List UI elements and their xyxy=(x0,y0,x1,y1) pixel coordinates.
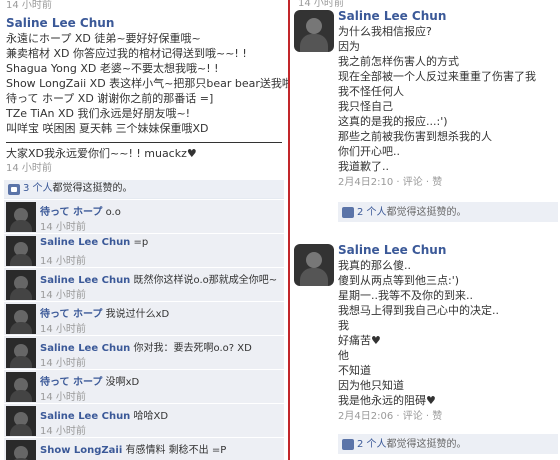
comment-timestamp: 14 小时前 xyxy=(40,290,86,301)
comment: Saline Lee Chun =p 14 小时前 xyxy=(4,234,284,268)
post-line: 我只怪自己 xyxy=(338,100,393,113)
avatar[interactable] xyxy=(6,236,36,266)
comment-author[interactable]: Saline Lee Chun xyxy=(40,275,130,286)
post-author[interactable]: Saline Lee Chun xyxy=(338,242,558,258)
post-timestamp[interactable]: 2月4日2:06 xyxy=(338,411,393,422)
comment-author[interactable]: Saline Lee Chun xyxy=(40,237,130,248)
comment-author[interactable]: 待って ホープ xyxy=(40,377,102,388)
comment-text: 既然你这样说o.o那就成全你吧~ xyxy=(133,275,278,286)
comment-text: o.o xyxy=(105,207,121,218)
post-line: 我真的那么傻.. xyxy=(338,259,411,272)
post-line: 我想马上得到我自己心中的决定.. xyxy=(338,304,499,317)
comment: Show LongZaii 有感情料 剩稔不出 =P xyxy=(4,438,284,460)
like-thumb-icon xyxy=(342,438,354,450)
post-line: 我之前怎样伤害人的方式 xyxy=(338,55,459,68)
post-timestamp[interactable]: 14 小时前 xyxy=(6,161,282,176)
avatar[interactable] xyxy=(6,338,36,368)
post-line: 现在全部被一个人反过来重重了伤害了我 xyxy=(338,70,536,83)
like-thumb-icon xyxy=(342,206,354,218)
post-line: 好痛苦♥ xyxy=(338,334,381,347)
avatar[interactable] xyxy=(6,270,36,300)
post-line: 我不怪任何人 xyxy=(338,85,404,98)
avatar[interactable] xyxy=(6,202,36,232)
avatar[interactable] xyxy=(6,372,36,402)
likes-count-link[interactable]: 2 个人 xyxy=(357,207,387,218)
comment: Saline Lee Chun 哈哈XD 14 小时前 xyxy=(4,404,284,438)
comment-timestamp: 14 小时前 xyxy=(40,222,86,233)
comment-author[interactable]: 待って ホープ xyxy=(40,309,102,320)
comment-author[interactable]: 待って ホープ xyxy=(40,207,102,218)
post-line: 这真的是我的报应...:') xyxy=(338,115,448,128)
comment: Saline Lee Chun 既然你这样说o.o那就成全你吧~ 14 小时前 xyxy=(4,268,284,302)
comment: 待って ホープ 没啊xD 14 小时前 xyxy=(4,370,284,404)
likes-bar: 3 个人都觉得这挺赞的。 xyxy=(4,180,284,199)
post-line: Show LongZaii XD 表这样小气~把那只bear bear送我啦 xyxy=(6,77,288,90)
avatar[interactable] xyxy=(6,440,36,460)
post-line: 傻到从两点等到他三点:') xyxy=(338,274,460,287)
post-line: 我是他永远的阻碍♥ xyxy=(338,394,436,407)
post-timestamp[interactable]: 2月4日2:10 xyxy=(338,177,393,188)
comment: 待って ホープ o.o 14 小时前 xyxy=(4,200,284,234)
post-meta: 2月4日2:06 · 评论 · 赞 xyxy=(338,411,443,422)
avatar[interactable] xyxy=(6,304,36,334)
post-line: 那些之前被我伤害到想杀我的人 xyxy=(338,130,492,143)
post-author[interactable]: Saline Lee Chun xyxy=(6,16,282,31)
comment-text: 我说过什么xD xyxy=(105,309,170,320)
post-line: Shagua Yong XD 老婆~不要太想我哦~! ! xyxy=(6,62,219,75)
post-line: 你们开心吧.. xyxy=(338,145,400,158)
comment: Saline Lee Chun 你对我：要去死啊o.o? XD 14 小时前 xyxy=(4,336,284,370)
comment-timestamp: 14 小时前 xyxy=(40,392,86,403)
likes-count-link[interactable]: 3 个人 xyxy=(23,183,53,194)
like-link[interactable]: 赞 xyxy=(432,411,442,422)
left-column: 14 小时前 Saline Lee Chun 永遠にホープ XD 徒弟~要好好保… xyxy=(0,0,288,460)
post-line: 我道歉了.. xyxy=(338,160,389,173)
right-column: 14 小时前 Saline Lee Chun 为什么我相信报应? 因为 我之前怎… xyxy=(290,0,560,460)
post-line: 永遠にホープ XD 徒弟~要好好保重哦~ xyxy=(6,32,201,45)
comment-author[interactable]: Show LongZaii xyxy=(40,445,122,456)
post-line: 为什么我相信报应? xyxy=(338,25,432,38)
comment-link[interactable]: 评论 xyxy=(403,177,423,188)
like-thumb-icon xyxy=(8,183,20,195)
comment-author[interactable]: Saline Lee Chun xyxy=(40,411,130,422)
comment-timestamp: 14 小时前 xyxy=(40,256,86,267)
status-post: Saline Lee Chun 永遠にホープ XD 徒弟~要好好保重哦~ 兼卖棺… xyxy=(6,16,288,176)
post-line: 星期一..我等不及你的到来.. xyxy=(338,289,473,302)
likes-text: 都觉得这挺赞的。 xyxy=(386,439,467,450)
comment-text: 你对我：要去死啊o.o? XD xyxy=(133,343,252,354)
comment-text: 有感情料 剩稔不出 =P xyxy=(125,445,227,456)
comment-text: 没啊xD xyxy=(105,377,140,388)
comment-text: =p xyxy=(133,237,149,248)
post-farewell: 大家XD我永远爱你们~~! ! muackz♥ xyxy=(6,142,282,161)
likes-text: 都觉得这挺赞的。 xyxy=(386,207,467,218)
comment-link[interactable]: 评论 xyxy=(403,411,423,422)
like-link[interactable]: 赞 xyxy=(432,177,442,188)
post-line: TZe TiAn XD 我们永远是好朋友哦~! xyxy=(6,107,191,120)
post-line: 不知道 xyxy=(338,364,371,377)
likes-bar: 2 个人都觉得这挺赞的。 xyxy=(338,202,558,222)
comment-timestamp: 14 小时前 xyxy=(40,426,86,437)
likes-count-link[interactable]: 2 个人 xyxy=(357,439,387,450)
likes-bar: 2 个人都觉得这挺赞的。 xyxy=(338,434,558,454)
post-line: 兼卖棺材 XD 你答应过我的棺材记得送到哦~~! ! xyxy=(6,47,247,60)
post-line: 待って ホープ XD 谢谢你之前的那番话 =] xyxy=(6,92,214,105)
post-meta: 2月4日2:10 · 评论 · 赞 xyxy=(338,177,443,188)
top-timestamp: 14 小时前 xyxy=(6,0,52,11)
post-line: 因为他只知道 xyxy=(338,379,404,392)
post-author[interactable]: Saline Lee Chun xyxy=(338,8,558,24)
avatar[interactable] xyxy=(294,10,334,52)
avatar[interactable] xyxy=(294,244,334,286)
comment-timestamp: 14 小时前 xyxy=(40,324,86,335)
comment: 待って ホープ 我说过什么xD 14 小时前 xyxy=(4,302,284,336)
post-line: 因为 xyxy=(338,40,360,53)
post-line: 叫咩宝 咲困困 夏天韩 三个妹妹保重哦XD xyxy=(6,122,209,135)
avatar[interactable] xyxy=(6,406,36,436)
comment-author[interactable]: Saline Lee Chun xyxy=(40,343,130,354)
post-line: 我 xyxy=(338,319,349,332)
post-line: 他 xyxy=(338,349,349,362)
likes-text: 都觉得这挺赞的。 xyxy=(52,183,133,194)
comment-text: 哈哈XD xyxy=(133,411,169,422)
comment-timestamp: 14 小时前 xyxy=(40,358,86,369)
